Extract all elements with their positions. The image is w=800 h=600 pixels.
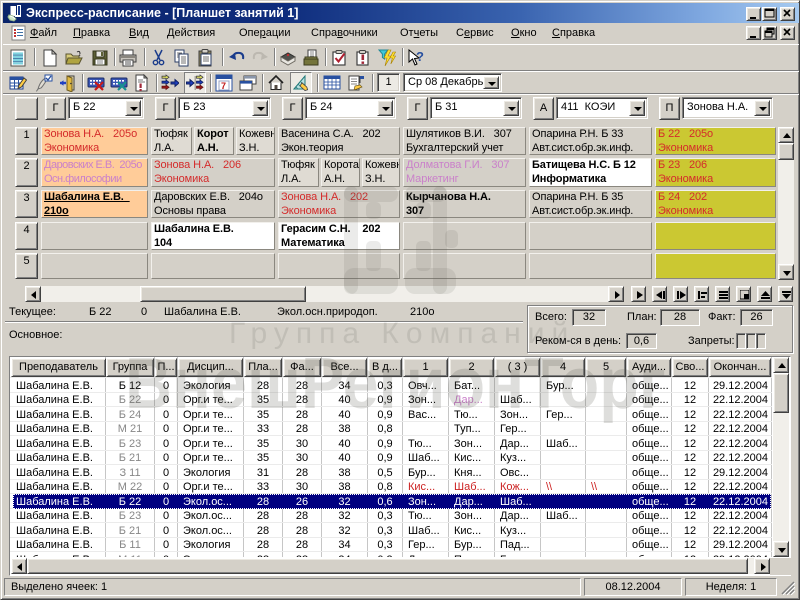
svg-text:?: ? [416, 49, 424, 64]
svg-text:7: 7 [221, 81, 226, 91]
